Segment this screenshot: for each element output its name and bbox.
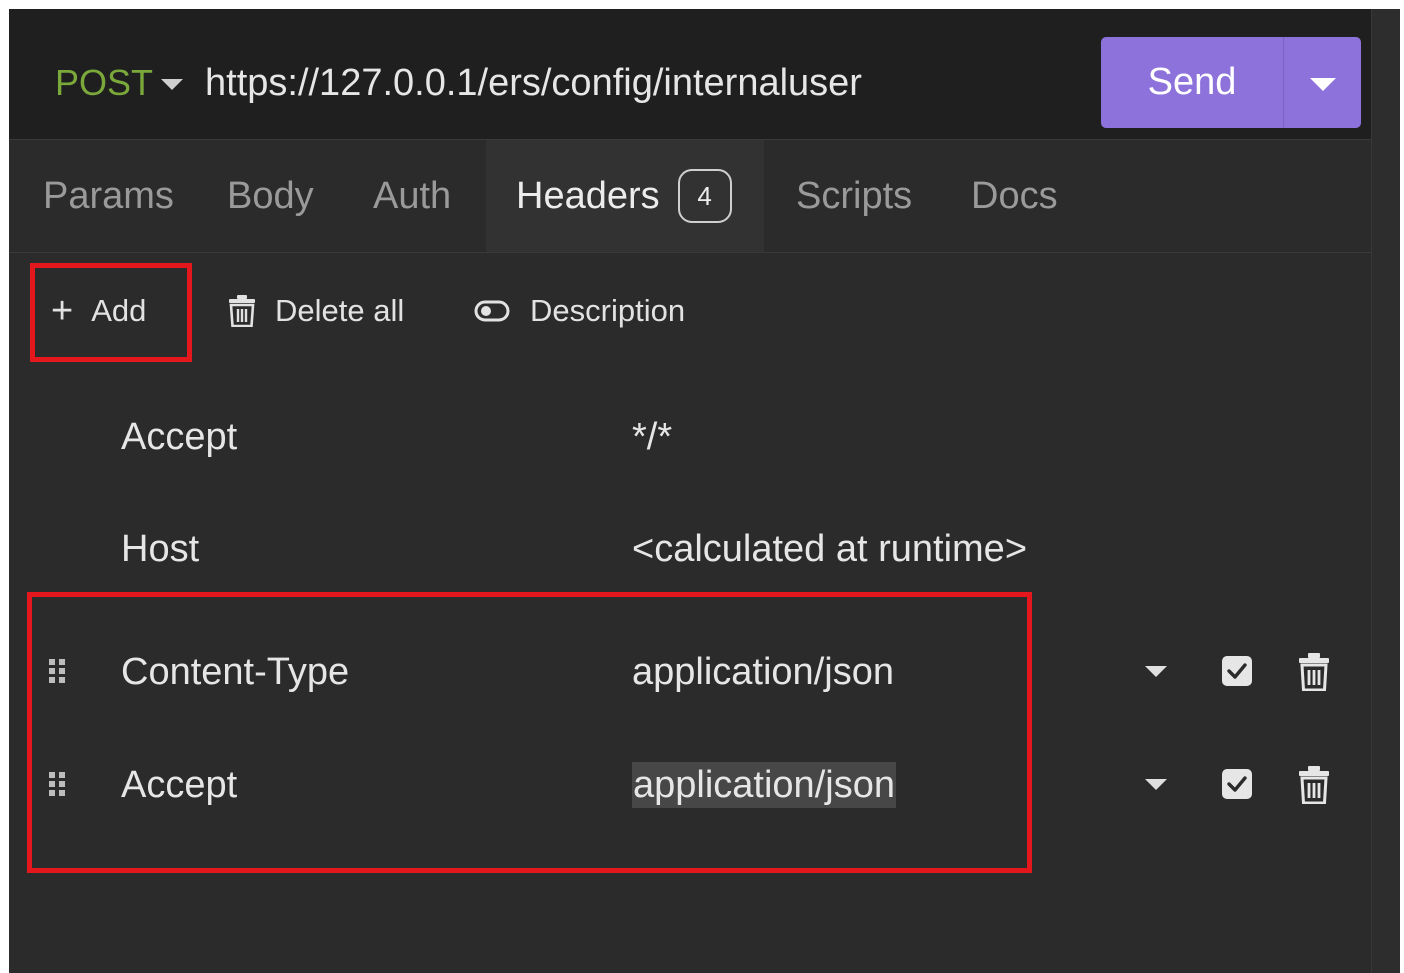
toggle-icon: [474, 299, 510, 323]
tab-headers-label: Headers: [516, 174, 660, 217]
header-row: Host <calculated at runtime>: [9, 504, 1371, 594]
send-options-caret-icon[interactable]: [1284, 37, 1361, 128]
description-toggle[interactable]: Description: [474, 287, 685, 335]
drag-handle-icon[interactable]: [47, 657, 67, 690]
drag-handle-icon[interactable]: [47, 770, 67, 803]
delete-all-label: Delete all: [275, 293, 405, 328]
send-button-group: Send: [1101, 37, 1361, 128]
header-value: */*: [632, 416, 673, 458]
header-name: Host: [121, 528, 200, 570]
url-bar: POST Send: [9, 9, 1371, 140]
tab-body[interactable]: Body: [227, 140, 314, 252]
header-value-input[interactable]: application/json: [632, 762, 896, 808]
method-selector[interactable]: POST: [55, 61, 153, 105]
trash-icon[interactable]: [1299, 653, 1329, 696]
header-row: Accept */*: [9, 392, 1371, 482]
checkbox-checked-icon[interactable]: [1221, 655, 1253, 692]
add-header-button[interactable]: + Add: [51, 287, 146, 335]
tab-params[interactable]: Params: [43, 140, 174, 252]
header-name-input[interactable]: Content-Type: [121, 649, 349, 695]
header-name-input[interactable]: Accept: [121, 762, 237, 808]
scrollbar[interactable]: [1371, 9, 1400, 973]
url-input[interactable]: [205, 59, 1075, 107]
caret-down-icon[interactable]: [1145, 666, 1167, 677]
request-tabs: Params Body Auth Headers 4 Scripts Docs: [9, 140, 1371, 253]
caret-down-icon[interactable]: [1145, 779, 1167, 790]
header-name: Accept: [121, 416, 238, 458]
header-row: Content-Type application/json: [9, 627, 1371, 717]
delete-all-button[interactable]: Delete all: [229, 287, 404, 335]
header-row: Accept application/json: [9, 740, 1371, 830]
tab-headers[interactable]: Headers 4: [486, 140, 764, 252]
method-caret-icon[interactable]: [161, 79, 183, 90]
trash-icon[interactable]: [1299, 766, 1329, 809]
request-editor: POST Send Params Body Auth Headers 4 Scr…: [9, 9, 1400, 973]
header-value-input[interactable]: application/json: [632, 649, 894, 695]
tab-docs[interactable]: Docs: [971, 140, 1058, 252]
plus-icon: +: [51, 290, 74, 332]
headers-count-badge: 4: [677, 169, 732, 223]
checkbox-checked-icon[interactable]: [1221, 768, 1253, 805]
header-value: <calculated at runtime>: [632, 528, 1028, 570]
tab-scripts[interactable]: Scripts: [796, 140, 912, 252]
add-label: Add: [91, 293, 147, 328]
description-label: Description: [530, 293, 686, 328]
trash-icon: [229, 295, 255, 327]
send-button[interactable]: Send: [1101, 37, 1283, 128]
tab-auth[interactable]: Auth: [373, 140, 451, 252]
